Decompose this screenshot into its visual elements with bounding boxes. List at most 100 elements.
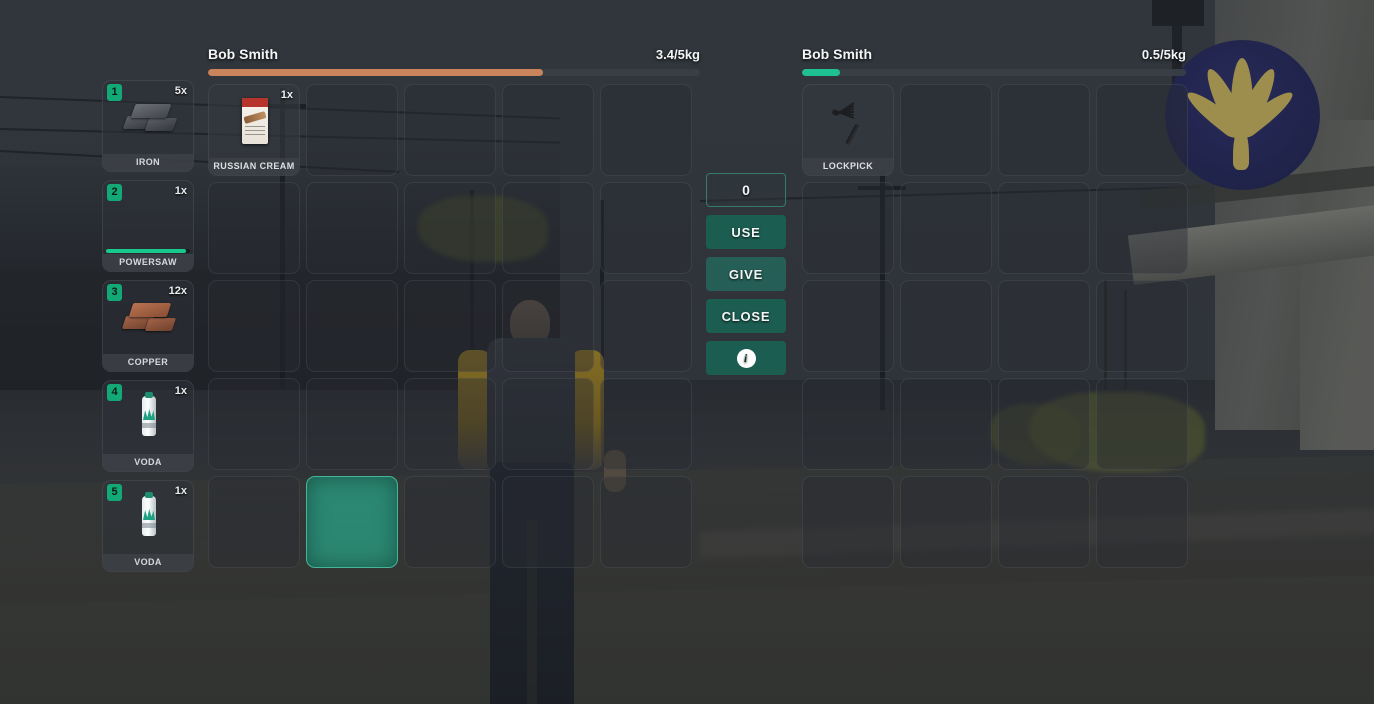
hotbar-slot-number: 2 <box>107 184 122 201</box>
hotbar-slot-quantity: 1x <box>174 385 187 397</box>
right-weight-bar <box>802 69 1186 76</box>
hotbar: 1 5x IRON 2 1x POWERSAW 3 12x COPPER 4 1x VODA 5 1x VO… <box>102 80 194 572</box>
inventory-slot-empty[interactable] <box>802 476 894 568</box>
inventory-slot-empty[interactable] <box>900 182 992 274</box>
inventory-slot-empty[interactable] <box>900 84 992 176</box>
inventory-slot-empty[interactable] <box>306 476 398 568</box>
hotbar-slot-number: 1 <box>107 84 122 101</box>
left-weight-bar-fill <box>208 69 543 76</box>
lockpick-icon <box>820 96 876 147</box>
cigar-pack-icon <box>226 96 282 146</box>
inventory-slot-empty[interactable] <box>404 280 496 372</box>
info-icon: i <box>736 348 756 368</box>
inventory-slot-empty[interactable] <box>306 378 398 470</box>
hotbar-slot-quantity: 1x <box>174 185 187 197</box>
hotbar-slot-5[interactable]: 5 1x VODA <box>102 480 194 572</box>
hotbar-slot-label: COPPER <box>103 354 193 371</box>
slot-label: RUSSIAN CREAM <box>209 158 299 175</box>
inventory-slot-empty[interactable] <box>600 476 692 568</box>
right-weight-text: 0.5/5kg <box>1141 47 1186 62</box>
info-button[interactable]: i <box>706 341 786 375</box>
left-weight-bar <box>208 69 700 76</box>
right-inventory-grid: LOCKPICK <box>802 84 1188 568</box>
inventory-slot-empty[interactable] <box>208 476 300 568</box>
iron-ingot-icon <box>121 92 178 142</box>
water-bottle-icon <box>121 392 177 442</box>
inventory-slot-empty[interactable] <box>1096 378 1188 470</box>
other-inventory-panel: Bob Smith 0.5/5kg LOCKPICK <box>802 46 1188 568</box>
hotbar-slot-number: 3 <box>107 284 122 301</box>
inventory-slot-item[interactable]: 1x RUSSIAN CREAM <box>208 84 300 176</box>
inventory-slot-empty[interactable] <box>404 84 496 176</box>
inventory-slot-empty[interactable] <box>600 84 692 176</box>
inventory-slot-empty[interactable] <box>404 476 496 568</box>
inventory-slot-empty[interactable] <box>502 84 594 176</box>
inventory-slot-empty[interactable] <box>1096 476 1188 568</box>
inventory-slot-empty[interactable] <box>502 182 594 274</box>
hotbar-slot-1[interactable]: 1 5x IRON <box>102 80 194 172</box>
durability-bar <box>106 249 186 253</box>
inventory-slot-empty[interactable] <box>404 378 496 470</box>
use-button[interactable]: USE <box>706 215 786 249</box>
player-inventory-panel: Bob Smith 3.4/5kg 1x RUSSIAN CREAM <box>208 46 700 568</box>
left-owner-name: Bob Smith <box>208 46 278 62</box>
inventory-slot-empty[interactable] <box>802 182 894 274</box>
quantity-input[interactable]: 0 <box>706 173 786 207</box>
inventory-slot-empty[interactable] <box>998 476 1090 568</box>
right-owner-name: Bob Smith <box>802 46 872 62</box>
inventory-slot-empty[interactable] <box>900 280 992 372</box>
inventory-slot-empty[interactable] <box>998 84 1090 176</box>
inventory-slot-empty[interactable] <box>208 182 300 274</box>
inventory-slot-empty[interactable] <box>600 280 692 372</box>
water-bottle-icon <box>121 492 177 542</box>
inventory-slot-empty[interactable] <box>802 280 894 372</box>
hotbar-slot-label: VODA <box>103 554 193 571</box>
transfer-actions: 0 USE GIVE CLOSE i <box>706 173 786 375</box>
inventory-slot-empty[interactable] <box>502 476 594 568</box>
hotbar-slot-label: IRON <box>103 154 193 171</box>
hotbar-slot-2[interactable]: 2 1x POWERSAW <box>102 180 194 272</box>
hotbar-slot-number: 5 <box>107 484 122 501</box>
hotbar-slot-label: POWERSAW <box>103 254 193 271</box>
inventory-slot-empty[interactable] <box>600 182 692 274</box>
slot-quantity: 1x <box>280 89 293 101</box>
copper-ingot-icon <box>121 292 177 342</box>
left-inventory-grid: 1x RUSSIAN CREAM <box>208 84 700 568</box>
inventory-slot-empty[interactable] <box>1096 84 1188 176</box>
hotbar-slot-3[interactable]: 3 12x COPPER <box>102 280 194 372</box>
hotbar-slot-4[interactable]: 4 1x VODA <box>102 380 194 472</box>
inventory-slot-empty[interactable] <box>1096 182 1188 274</box>
inventory-slot-empty[interactable] <box>900 378 992 470</box>
inventory-slot-item[interactable]: LOCKPICK <box>802 84 894 176</box>
slot-icon <box>803 85 893 157</box>
close-button[interactable]: CLOSE <box>706 299 786 333</box>
inventory-slot-empty[interactable] <box>998 280 1090 372</box>
inventory-slot-empty[interactable] <box>306 84 398 176</box>
hotbar-slot-label: VODA <box>103 454 193 471</box>
inventory-slot-empty[interactable] <box>998 378 1090 470</box>
inventory-slot-empty[interactable] <box>600 378 692 470</box>
give-button[interactable]: GIVE <box>706 257 786 291</box>
inventory-slot-empty[interactable] <box>998 182 1090 274</box>
inventory-slot-empty[interactable] <box>900 476 992 568</box>
hotbar-slot-quantity: 12x <box>168 285 187 297</box>
inventory-slot-empty[interactable] <box>502 280 594 372</box>
powersaw-icon <box>121 192 177 242</box>
right-panel-header: Bob Smith 0.5/5kg <box>802 46 1186 62</box>
inventory-slot-empty[interactable] <box>306 280 398 372</box>
left-panel-header: Bob Smith 3.4/5kg <box>208 46 700 62</box>
inventory-slot-empty[interactable] <box>208 280 300 372</box>
inventory-slot-empty[interactable] <box>306 182 398 274</box>
slot-label: LOCKPICK <box>803 158 893 175</box>
hotbar-slot-quantity: 1x <box>174 485 187 497</box>
right-weight-bar-fill <box>802 69 841 76</box>
left-weight-text: 3.4/5kg <box>655 47 700 62</box>
inventory-screen: 1 5x IRON 2 1x POWERSAW 3 12x COPPER 4 1x VODA 5 1x VO… <box>0 0 1374 704</box>
inventory-slot-empty[interactable] <box>1096 280 1188 372</box>
inventory-slot-empty[interactable] <box>802 378 894 470</box>
inventory-slot-empty[interactable] <box>502 378 594 470</box>
inventory-slot-empty[interactable] <box>404 182 496 274</box>
inventory-slot-empty[interactable] <box>208 378 300 470</box>
hotbar-slot-number: 4 <box>107 384 122 401</box>
hotbar-slot-quantity: 5x <box>174 85 187 97</box>
